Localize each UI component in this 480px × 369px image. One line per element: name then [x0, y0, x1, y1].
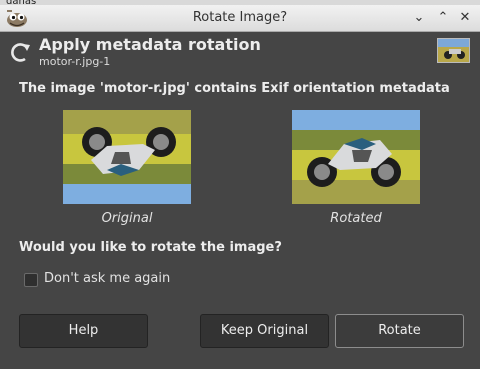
rotate-arrow-icon: [11, 43, 30, 62]
dont-ask-checkbox[interactable]: [24, 273, 38, 287]
keep-original-button[interactable]: Keep Original: [200, 314, 329, 348]
rotated-preview: [292, 110, 420, 204]
window-title: Rotate Image?: [192, 10, 288, 25]
rotate-question: Would you like to rotate the image?: [19, 240, 282, 255]
exif-message: The image 'motor-r.jpg' contains Exif or…: [19, 81, 450, 96]
dont-ask-label[interactable]: Don't ask me again: [44, 271, 170, 286]
dialog-heading: Apply metadata rotation: [39, 35, 261, 54]
original-caption: Original: [101, 211, 153, 226]
title-bar[interactable]: Rotate Image? ⌄ ⌃ ✕: [0, 5, 480, 32]
close-button[interactable]: ✕: [456, 9, 474, 27]
rotate-image-dialog: Rotate Image? ⌄ ⌃ ✕ Apply metadata rotat…: [0, 5, 480, 369]
help-button[interactable]: Help: [19, 314, 148, 348]
image-name: motor-r.jpg-1: [39, 55, 111, 68]
maximize-button[interactable]: ⌃: [434, 9, 452, 27]
rotate-button[interactable]: Rotate: [335, 314, 464, 348]
minimize-button[interactable]: ⌄: [410, 9, 428, 27]
original-preview: [63, 110, 191, 204]
rotated-caption: Rotated: [330, 211, 382, 226]
image-thumbnail: [437, 38, 470, 63]
